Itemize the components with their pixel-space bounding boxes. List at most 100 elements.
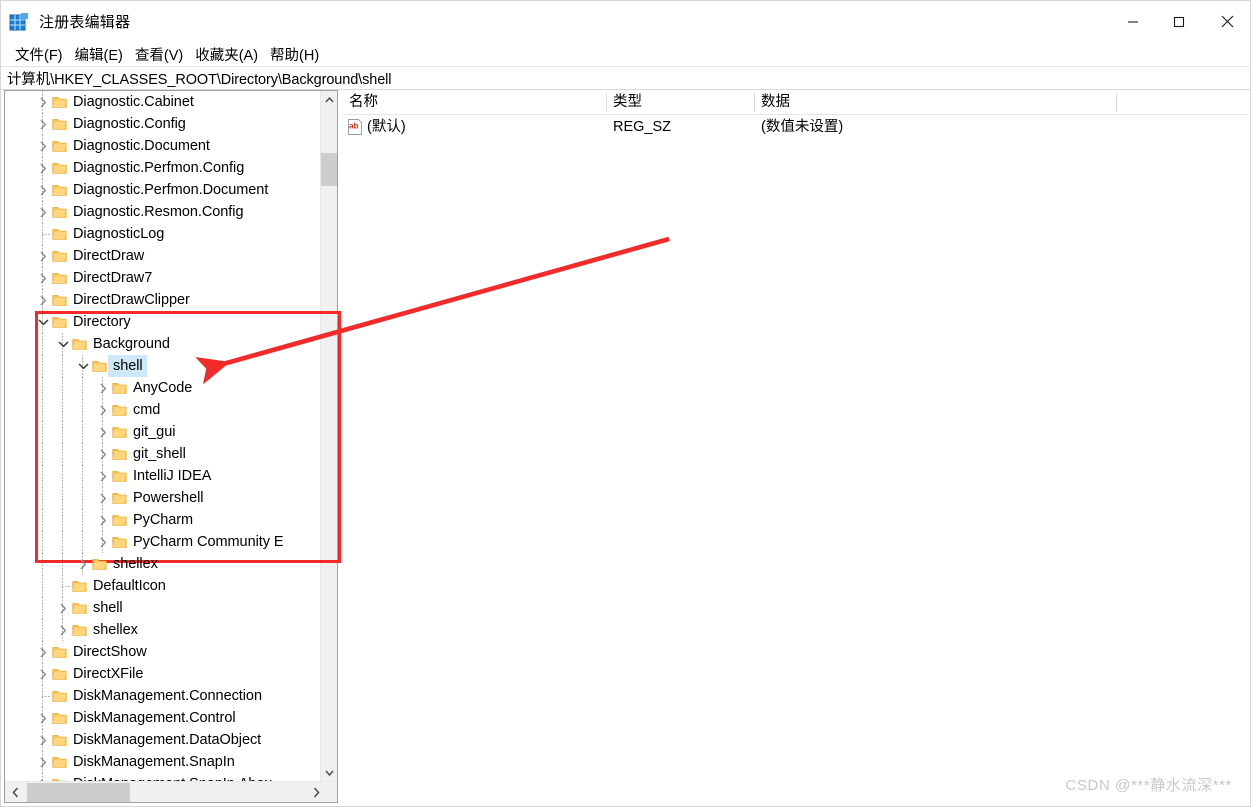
tree-item-powershell[interactable]: Powershell	[5, 487, 312, 509]
chevron-right-icon[interactable]	[95, 487, 111, 509]
address-bar[interactable]: 计算机\HKEY_CLASSES_ROOT\Directory\Backgrou…	[1, 66, 1250, 90]
menu-file[interactable]: 文件(F)	[9, 44, 69, 65]
tree-item-diagnostic-config[interactable]: Diagnostic.Config	[5, 113, 312, 135]
tree-item-diagnostic-resmon-config[interactable]: Diagnostic.Resmon.Config	[5, 201, 312, 223]
tree-item-shellex[interactable]: shellex	[5, 553, 312, 575]
tree-vertical-scrollbar[interactable]	[320, 91, 337, 781]
values-column-header-name[interactable]: 名称	[342, 90, 606, 115]
tree-guide-line	[42, 333, 43, 355]
tree-item-cmd[interactable]: cmd	[5, 399, 312, 421]
tree-item-diskmanagement-dataobject[interactable]: DiskManagement.DataObject	[5, 729, 312, 751]
folder-icon	[111, 443, 128, 465]
tree-item-directshow[interactable]: DirectShow	[5, 641, 312, 663]
tree-item-directdraw7[interactable]: DirectDraw7	[5, 267, 312, 289]
chevron-right-icon[interactable]	[35, 157, 51, 179]
chevron-right-icon[interactable]	[95, 531, 111, 553]
tree-item-intellij-idea[interactable]: IntelliJ IDEA	[5, 465, 312, 487]
chevron-right-icon[interactable]	[35, 135, 51, 157]
tree-indent-spacer	[5, 333, 55, 355]
scroll-right-icon[interactable]	[306, 782, 326, 802]
chevron-right-icon[interactable]	[35, 201, 51, 223]
tree-item-diagnostic-perfmon-config[interactable]: Diagnostic.Perfmon.Config	[5, 157, 312, 179]
tree-guide-line	[62, 487, 63, 509]
tree-horizontal-scrollbar[interactable]	[5, 781, 337, 802]
tree-item-diskmanagement-control[interactable]: DiskManagement.Control	[5, 707, 312, 729]
close-button[interactable]	[1202, 1, 1250, 42]
value-row[interactable]: ab (默认) REG_SZ (数值未设置)	[342, 115, 1248, 139]
tree-item-pycharm[interactable]: PyCharm	[5, 509, 312, 531]
tree-item-directxfile[interactable]: DirectXFile	[5, 663, 312, 685]
maximize-button[interactable]	[1156, 1, 1202, 42]
chevron-right-icon[interactable]	[55, 597, 71, 619]
tree-item-defaulticon[interactable]: DefaultIcon	[5, 575, 312, 597]
tree-item-git-shell[interactable]: git_shell	[5, 443, 312, 465]
tree-item-background[interactable]: Background	[5, 333, 312, 355]
tree-item-diskmanagement-snapin-abou[interactable]: DiskManagement.SnapIn.Abou	[5, 773, 312, 781]
chevron-right-icon[interactable]	[35, 179, 51, 201]
tree-item-diagnostic-cabinet[interactable]: Diagnostic.Cabinet	[5, 91, 312, 113]
chevron-right-icon[interactable]	[35, 245, 51, 267]
scroll-down-icon[interactable]	[321, 764, 337, 781]
folder-icon	[51, 135, 68, 157]
string-value-icon: ab	[347, 119, 363, 135]
chevron-down-icon[interactable]	[35, 311, 51, 333]
tree-vertical-scroll-thumb[interactable]	[321, 153, 337, 186]
chevron-right-icon[interactable]	[95, 443, 111, 465]
chevron-right-icon[interactable]	[35, 663, 51, 685]
tree-item-label: DirectDrawClipper	[73, 292, 190, 308]
chevron-right-icon[interactable]	[35, 751, 51, 773]
column-separator[interactable]	[754, 93, 755, 112]
scroll-up-icon[interactable]	[321, 91, 337, 108]
column-separator[interactable]	[1116, 93, 1117, 112]
chevron-right-icon[interactable]	[95, 399, 111, 421]
menu-help[interactable]: 帮助(H)	[264, 44, 325, 65]
tree-item-directdraw[interactable]: DirectDraw	[5, 245, 312, 267]
chevron-right-icon[interactable]	[95, 509, 111, 531]
chevron-right-icon[interactable]	[35, 289, 51, 311]
chevron-down-icon[interactable]	[55, 333, 71, 355]
tree-item-diskmanagement-snapin[interactable]: DiskManagement.SnapIn	[5, 751, 312, 773]
csdn-watermark: CSDN @***静水流深***	[1065, 777, 1232, 794]
chevron-right-icon[interactable]	[35, 729, 51, 751]
tree-item-diagnostic-document[interactable]: Diagnostic.Document	[5, 135, 312, 157]
values-column-header-data[interactable]: 数据	[754, 90, 1116, 115]
chevron-right-icon[interactable]	[95, 421, 111, 443]
minimize-button[interactable]	[1110, 1, 1156, 42]
scroll-left-icon[interactable]	[5, 782, 25, 802]
tree-item-pycharm-community-e[interactable]: PyCharm Community E	[5, 531, 312, 553]
chevron-right-icon[interactable]	[35, 267, 51, 289]
window-title: 注册表编辑器	[39, 14, 131, 31]
chevron-down-icon[interactable]	[75, 355, 91, 377]
tree-item-git-gui[interactable]: git_gui	[5, 421, 312, 443]
tree-guide-line	[62, 355, 63, 377]
menu-edit[interactable]: 编辑(E)	[69, 44, 129, 65]
menu-view[interactable]: 查看(V)	[129, 44, 189, 65]
chevron-right-icon[interactable]	[35, 707, 51, 729]
chevron-right-icon[interactable]	[55, 619, 71, 641]
tree-item-anycode[interactable]: AnyCode	[5, 377, 312, 399]
chevron-right-icon[interactable]	[35, 113, 51, 135]
tree-item-directdrawclipper[interactable]: DirectDrawClipper	[5, 289, 312, 311]
menu-favorites[interactable]: 收藏夹(A)	[189, 44, 264, 65]
tree-item-directory[interactable]: Directory	[5, 311, 312, 333]
chevron-right-icon[interactable]	[95, 465, 111, 487]
tree-item-diagnosticlog[interactable]: DiagnosticLog	[5, 223, 312, 245]
tree-item-diskmanagement-connection[interactable]: DiskManagement.Connection	[5, 685, 312, 707]
tree-item-diagnostic-perfmon-document[interactable]: Diagnostic.Perfmon.Document	[5, 179, 312, 201]
registry-tree[interactable]: Diagnostic.Cabinet Diagnostic.Config Diagn…	[5, 91, 312, 781]
tree-item-shell[interactable]: shell	[5, 597, 312, 619]
chevron-right-icon[interactable]	[35, 91, 51, 113]
tree-horizontal-scroll-thumb[interactable]	[27, 783, 130, 802]
folder-icon	[111, 421, 128, 443]
tree-item-shell[interactable]: shell	[5, 355, 312, 377]
chevron-right-icon[interactable]	[75, 553, 91, 575]
tree-item-shellex[interactable]: shellex	[5, 619, 312, 641]
folder-icon	[111, 377, 128, 399]
values-column-header-type[interactable]: 类型	[606, 90, 754, 115]
chevron-right-icon[interactable]	[95, 377, 111, 399]
chevron-right-icon[interactable]	[35, 773, 51, 781]
column-separator[interactable]	[606, 93, 607, 112]
folder-icon	[51, 289, 68, 311]
chevron-right-icon[interactable]	[35, 641, 51, 663]
values-list[interactable]: ab (默认) REG_SZ (数值未设置)	[342, 115, 1248, 139]
